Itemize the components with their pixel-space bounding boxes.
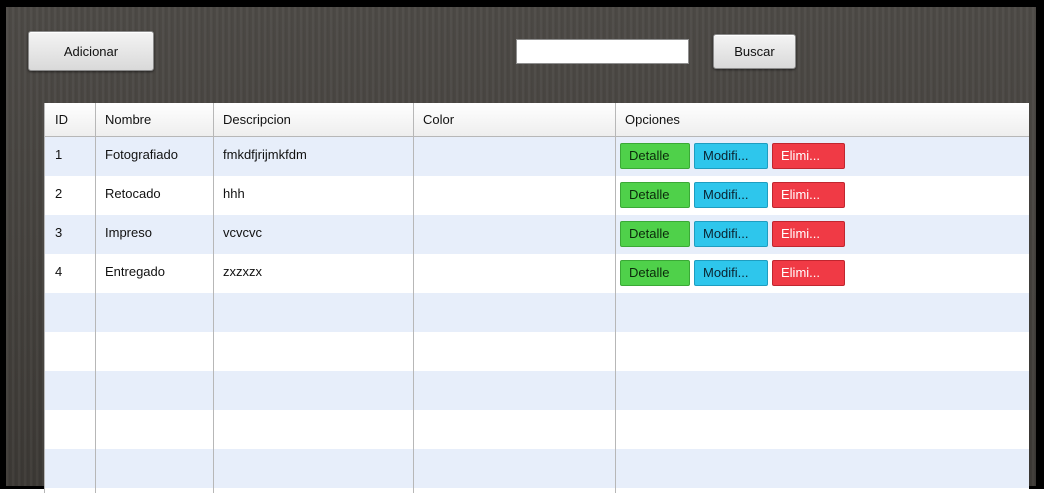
cell-opciones: Detalle Modifi... Elimi... <box>615 215 1029 254</box>
cell-nombre: Entregado <box>105 264 165 279</box>
cell-id: 1 <box>55 147 63 162</box>
column-header-nombre[interactable]: Nombre <box>95 103 213 137</box>
detail-button[interactable]: Detalle <box>620 260 690 286</box>
column-divider <box>213 103 214 493</box>
cell-nombre: Retocado <box>105 186 161 201</box>
cell-nombre: Impreso <box>105 225 152 240</box>
empty-row[interactable] <box>45 449 1029 488</box>
empty-row[interactable] <box>45 410 1029 449</box>
delete-button[interactable]: Elimi... <box>772 143 845 169</box>
table-header: ID Nombre Descripcion Color Opciones <box>45 103 1029 137</box>
column-divider <box>615 103 616 493</box>
cell-color <box>413 176 615 215</box>
app-window: Adicionar Buscar ID Nombre Descripcion C… <box>0 0 1044 493</box>
cell-nombre: Fotografiado <box>105 147 178 162</box>
search-button[interactable]: Buscar <box>713 34 796 69</box>
table-row[interactable]: 1 Fotografiado fmkdfjrijmkfdm Detalle Modifi… <box>45 137 1029 176</box>
column-header-id[interactable]: ID <box>45 103 95 137</box>
cell-opciones: Detalle Modifi... Elimi... <box>615 254 1029 293</box>
table-row[interactable]: 2 Retocado hhh Detalle Modifi... Elimi... <box>45 176 1029 215</box>
cell-color <box>413 254 615 293</box>
detail-button[interactable]: Detalle <box>620 221 690 247</box>
column-divider <box>413 103 414 493</box>
add-button[interactable]: Adicionar <box>28 31 154 71</box>
cell-color <box>413 137 615 176</box>
empty-row[interactable] <box>45 332 1029 371</box>
modify-button[interactable]: Modifi... <box>694 221 768 247</box>
table-row[interactable]: 4 Entregado zxzxzx Detalle Modifi... Elimi... <box>45 254 1029 293</box>
cell-descripcion: vcvcvc <box>223 225 262 240</box>
table-row[interactable]: 3 Impreso vcvcvc Detalle Modifi... Elimi... <box>45 215 1029 254</box>
empty-row[interactable] <box>45 371 1029 410</box>
delete-button[interactable]: Elimi... <box>772 182 845 208</box>
modify-button[interactable]: Modifi... <box>694 260 768 286</box>
cell-color <box>413 215 615 254</box>
delete-button[interactable]: Elimi... <box>772 221 845 247</box>
column-header-opciones[interactable]: Opciones <box>615 103 1029 137</box>
cell-descripcion: zxzxzx <box>223 264 262 279</box>
cell-opciones: Detalle Modifi... Elimi... <box>615 137 1029 176</box>
modify-button[interactable]: Modifi... <box>694 143 768 169</box>
cell-id: 3 <box>55 225 63 240</box>
cell-opciones: Detalle Modifi... Elimi... <box>615 176 1029 215</box>
detail-button[interactable]: Detalle <box>620 182 690 208</box>
column-header-color[interactable]: Color <box>413 103 615 137</box>
delete-button[interactable]: Elimi... <box>772 260 845 286</box>
cell-id: 2 <box>55 186 63 201</box>
column-header-descripcion[interactable]: Descripcion <box>213 103 413 137</box>
cell-id: 4 <box>55 264 63 279</box>
detail-button[interactable]: Detalle <box>620 143 690 169</box>
column-divider <box>95 103 96 493</box>
modify-button[interactable]: Modifi... <box>694 182 768 208</box>
search-input[interactable] <box>516 39 689 64</box>
cell-descripcion: hhh <box>223 186 245 201</box>
data-table: ID Nombre Descripcion Color Opciones 1 Fo… <box>44 103 1029 493</box>
cell-descripcion: fmkdfjrijmkfdm <box>223 147 307 162</box>
empty-row[interactable] <box>45 293 1029 332</box>
